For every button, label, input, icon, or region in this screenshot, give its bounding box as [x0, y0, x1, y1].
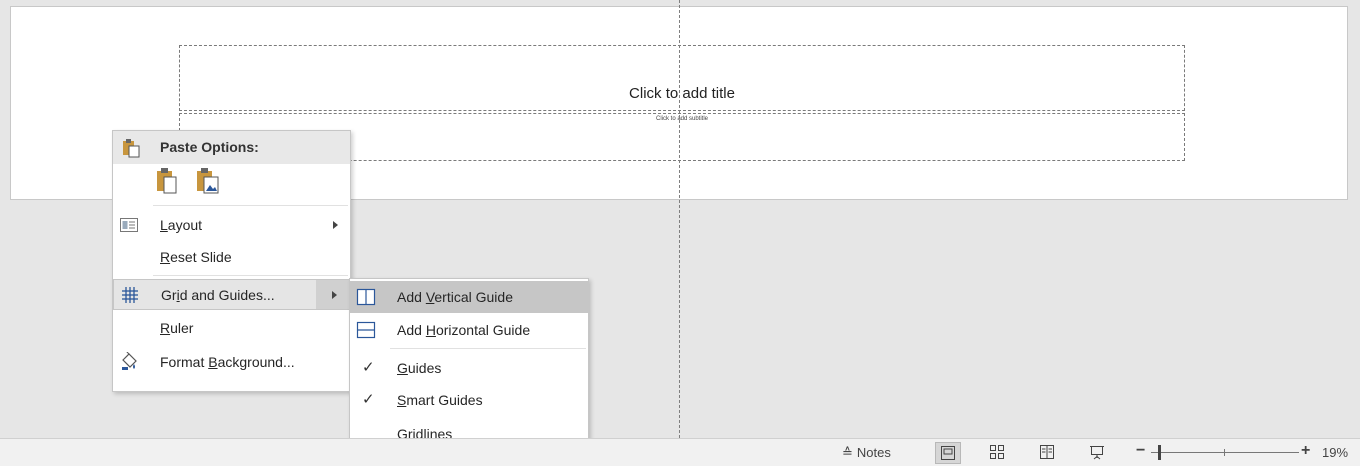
menu-item-smart-guides-label: Smart Guides — [397, 392, 483, 408]
paste-options-label: Paste Options: — [160, 139, 259, 155]
paint-bucket-icon — [119, 350, 141, 374]
slide-show-icon — [1090, 446, 1104, 460]
zoom-slider-thumb[interactable] — [1158, 445, 1161, 460]
menu-item-ruler[interactable]: Ruler — [113, 313, 350, 344]
separator — [153, 275, 348, 276]
normal-view-icon — [941, 446, 955, 460]
slide-show-button[interactable] — [1085, 442, 1111, 464]
title-placeholder[interactable]: Click to add title — [179, 45, 1185, 111]
notes-button[interactable]: ≙ Notes — [842, 445, 891, 461]
title-placeholder-text: Click to add title — [629, 85, 735, 102]
grid-and-guides-submenu: Add Vertical Guide Add Horizontal Guide … — [349, 278, 589, 452]
layout-icon — [119, 215, 141, 237]
menu-item-format-background-label: Format Background... — [160, 354, 295, 370]
reading-view-icon — [1040, 445, 1054, 459]
separator — [390, 348, 586, 349]
zoom-level[interactable]: 19% — [1322, 445, 1348, 460]
slide-sorter-button[interactable] — [985, 442, 1011, 464]
context-menu: Paste Options: Layout Reset Slide Grid a… — [112, 130, 351, 392]
status-bar: ≙ Notes − + 19% — [0, 438, 1360, 466]
notes-label: Notes — [856, 445, 891, 460]
checkmark-icon: ✓ — [362, 359, 375, 376]
menu-item-ruler-label: Ruler — [160, 320, 194, 336]
menu-item-grid-and-guides-label: Grid and Guides... — [161, 287, 275, 303]
menu-item-layout[interactable]: Layout — [113, 210, 350, 241]
menu-item-add-vertical-guide-label: Add Vertical Guide — [397, 289, 513, 305]
paste-use-destination-icon[interactable] — [155, 167, 185, 197]
slide-sorter-icon — [990, 445, 1004, 459]
clipboard-icon — [121, 138, 141, 161]
menu-item-guides[interactable]: ✓ Guides — [350, 352, 588, 384]
menu-item-layout-label: Layout — [160, 217, 203, 233]
menu-item-format-background[interactable]: Format Background... — [113, 347, 350, 378]
menu-item-grid-and-guides[interactable]: Grid and Guides... — [113, 279, 350, 310]
zoom-slider-center-tick — [1224, 449, 1225, 456]
horizontal-guide-icon — [356, 320, 376, 340]
menu-item-add-horizontal-guide[interactable]: Add Horizontal Guide — [350, 314, 588, 346]
vertical-guide-icon — [356, 287, 376, 307]
grid-icon — [120, 285, 142, 307]
menu-item-reset-slide[interactable]: Reset Slide — [113, 242, 350, 273]
menu-item-guides-label: Guides — [397, 360, 442, 376]
paste-picture-icon[interactable] — [195, 167, 225, 197]
menu-item-reset-slide-label: Reset Slide — [160, 249, 232, 265]
paste-options-header: Paste Options: — [113, 131, 350, 164]
menu-item-add-vertical-guide[interactable]: Add Vertical Guide — [350, 281, 588, 313]
submenu-arrow-icon — [333, 221, 338, 229]
reading-view-button[interactable] — [1035, 442, 1061, 464]
subtitle-placeholder-text: Click to add subtitle — [655, 116, 709, 122]
submenu-arrow-icon — [332, 291, 337, 299]
zoom-out-button[interactable]: − — [1136, 442, 1145, 460]
menu-item-smart-guides[interactable]: ✓ Smart Guides — [350, 384, 588, 416]
checkmark-icon: ✓ — [362, 391, 375, 408]
vertical-guide[interactable] — [679, 0, 680, 438]
normal-view-button[interactable] — [935, 442, 961, 464]
menu-item-add-horizontal-guide-label: Add Horizontal Guide — [397, 322, 531, 338]
zoom-slider-track[interactable] — [1151, 452, 1299, 453]
separator — [153, 205, 348, 206]
notes-icon: ≙ — [842, 445, 853, 460]
zoom-in-button[interactable]: + — [1301, 442, 1310, 460]
